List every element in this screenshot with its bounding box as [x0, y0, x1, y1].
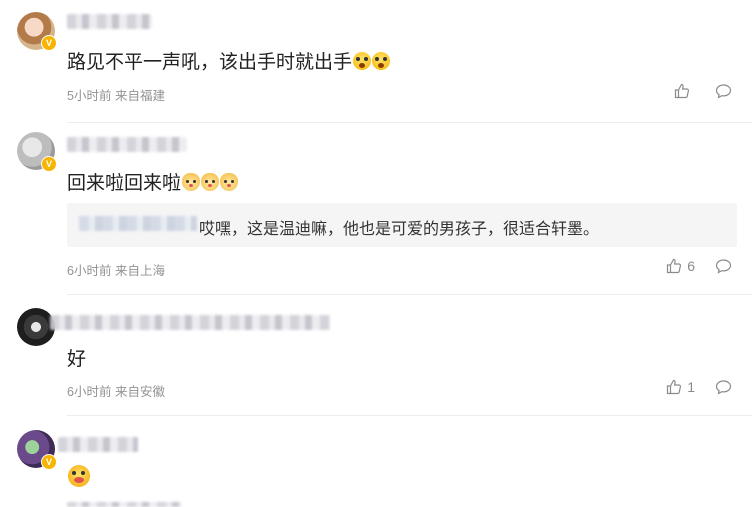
verified-badge-icon: V	[41, 156, 57, 172]
comment-text	[67, 465, 90, 491]
like-count: 1	[687, 379, 695, 395]
comment-bubble-icon	[715, 84, 732, 99]
eating-face-icon	[68, 465, 90, 487]
reply-button[interactable]	[715, 379, 732, 395]
like-button[interactable]: 1	[666, 379, 695, 395]
like-button[interactable]: 6	[666, 258, 695, 274]
comment-meta: 6小时前 来自安徽	[67, 381, 165, 400]
timestamp: 6小时前	[67, 264, 112, 278]
divider	[67, 415, 752, 416]
dog-face-icon	[220, 173, 239, 191]
verified-badge-icon: V	[41, 35, 57, 51]
timestamp: 5小时前	[67, 89, 112, 103]
username[interactable]	[50, 315, 330, 330]
dog-face-icon	[201, 173, 220, 191]
reply-text: 哎嘿，这是温迪嘛，他也是可爱的男孩子，很适合轩墨。	[199, 221, 600, 238]
comment-meta: 5小时前 来自福建	[67, 85, 165, 104]
dog-face-icon	[182, 173, 201, 191]
comment-actions: 6	[666, 258, 732, 274]
location: 来自安徽	[114, 385, 165, 399]
timestamp: 6小时前	[67, 385, 112, 399]
username[interactable]	[58, 437, 138, 452]
scared-face-icon	[372, 52, 391, 70]
thumbs-up-icon	[674, 83, 690, 99]
comment-text: 好	[67, 349, 87, 370]
reply-username[interactable]	[79, 216, 197, 231]
comment-bubble-icon	[715, 259, 732, 274]
comment-bubble-icon	[715, 380, 732, 395]
comment-text: 回来啦回来啦	[67, 168, 239, 195]
comment-meta: 6小时前 来自上海	[67, 260, 165, 279]
divider	[67, 122, 752, 123]
comment-text: 路见不平一声吼，该出手时就出手	[67, 47, 391, 74]
thumbs-up-icon	[667, 379, 682, 395]
location: 来自上海	[114, 264, 165, 278]
reply-preview[interactable]: 哎嘿，这是温迪嘛，他也是可爱的男孩子，很适合轩墨。	[67, 203, 737, 247]
comment-actions: 1	[666, 379, 732, 395]
reply-button[interactable]	[715, 258, 732, 274]
comment-actions	[674, 83, 732, 99]
like-count: 6	[687, 258, 695, 274]
thumbs-up-icon	[667, 258, 682, 274]
scared-face-icon	[353, 52, 372, 70]
like-button[interactable]	[674, 83, 695, 99]
reply-button[interactable]	[715, 83, 732, 99]
divider	[67, 294, 752, 295]
verified-badge-icon: V	[41, 454, 57, 470]
username[interactable]	[67, 137, 187, 152]
location: 来自福建	[114, 89, 165, 103]
meta-cut-off	[67, 502, 182, 507]
username[interactable]	[67, 14, 152, 29]
